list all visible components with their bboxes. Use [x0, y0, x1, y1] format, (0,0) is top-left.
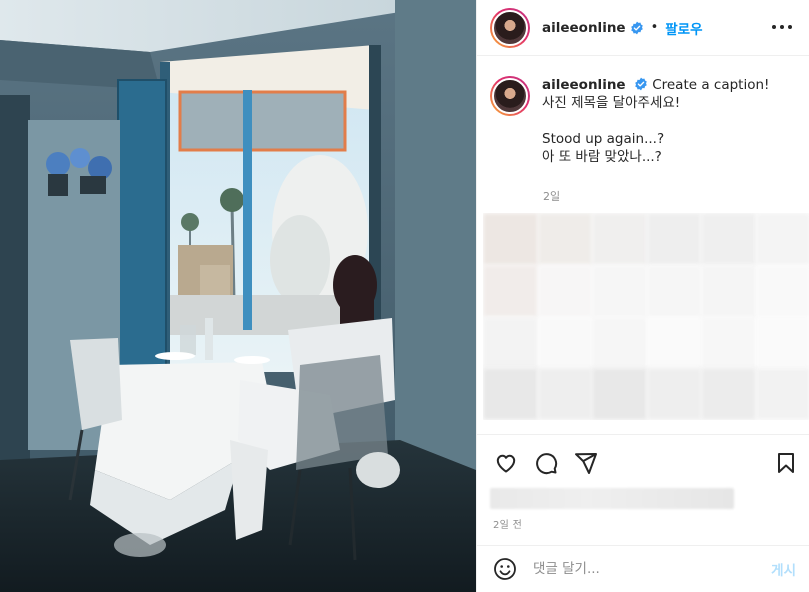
add-comment-bar: 게시 [477, 545, 809, 592]
caption-line-1: Create a caption! [652, 77, 770, 93]
more-options-icon[interactable] [772, 19, 792, 35]
separator-dot: • [650, 20, 659, 35]
comment-input[interactable] [533, 561, 772, 577]
caption-text: aileeonline Create a caption! 사진 제목을 달아주… [542, 76, 769, 166]
post-photo[interactable] [0, 0, 476, 592]
post-side-panel: aileeonline • 팔로우 aileeonline Create a c… [476, 0, 809, 592]
heart-icon[interactable] [494, 451, 518, 475]
post-actions [477, 434, 809, 486]
avatar[interactable] [490, 7, 530, 48]
username-link[interactable]: aileeonline [542, 20, 626, 36]
comments-area-obscured [483, 213, 809, 420]
caption-line-2: 사진 제목을 달아주세요! [542, 95, 681, 111]
caption-username-link[interactable]: aileeonline [542, 77, 626, 93]
restaurant-photo-image [0, 0, 476, 592]
instagram-post: aileeonline • 팔로우 aileeonline Create a c… [0, 0, 809, 592]
follow-button[interactable]: 팔로우 [665, 18, 702, 38]
post-header: aileeonline • 팔로우 [477, 0, 809, 56]
likes-count-obscured [490, 488, 734, 509]
verified-badge-icon [634, 77, 648, 91]
verified-badge-icon [630, 21, 644, 35]
caption-timestamp: 2일 [543, 190, 561, 203]
bookmark-icon[interactable] [774, 451, 798, 475]
caption-avatar[interactable] [490, 76, 530, 116]
caption: aileeonline Create a caption! 사진 제목을 달아주… [490, 76, 800, 166]
comment-icon[interactable] [534, 451, 558, 475]
post-timestamp: 2일 전 [493, 520, 523, 531]
caption-line-3: Stood up again...? [542, 131, 665, 147]
avatar-image [492, 78, 528, 114]
avatar-image [492, 9, 528, 46]
emoji-icon[interactable] [493, 557, 517, 581]
caption-line-4: 아 또 바람 맞았나...? [542, 149, 662, 165]
post-comment-button[interactable]: 게시 [771, 559, 796, 579]
paper-plane-icon[interactable] [574, 451, 598, 475]
